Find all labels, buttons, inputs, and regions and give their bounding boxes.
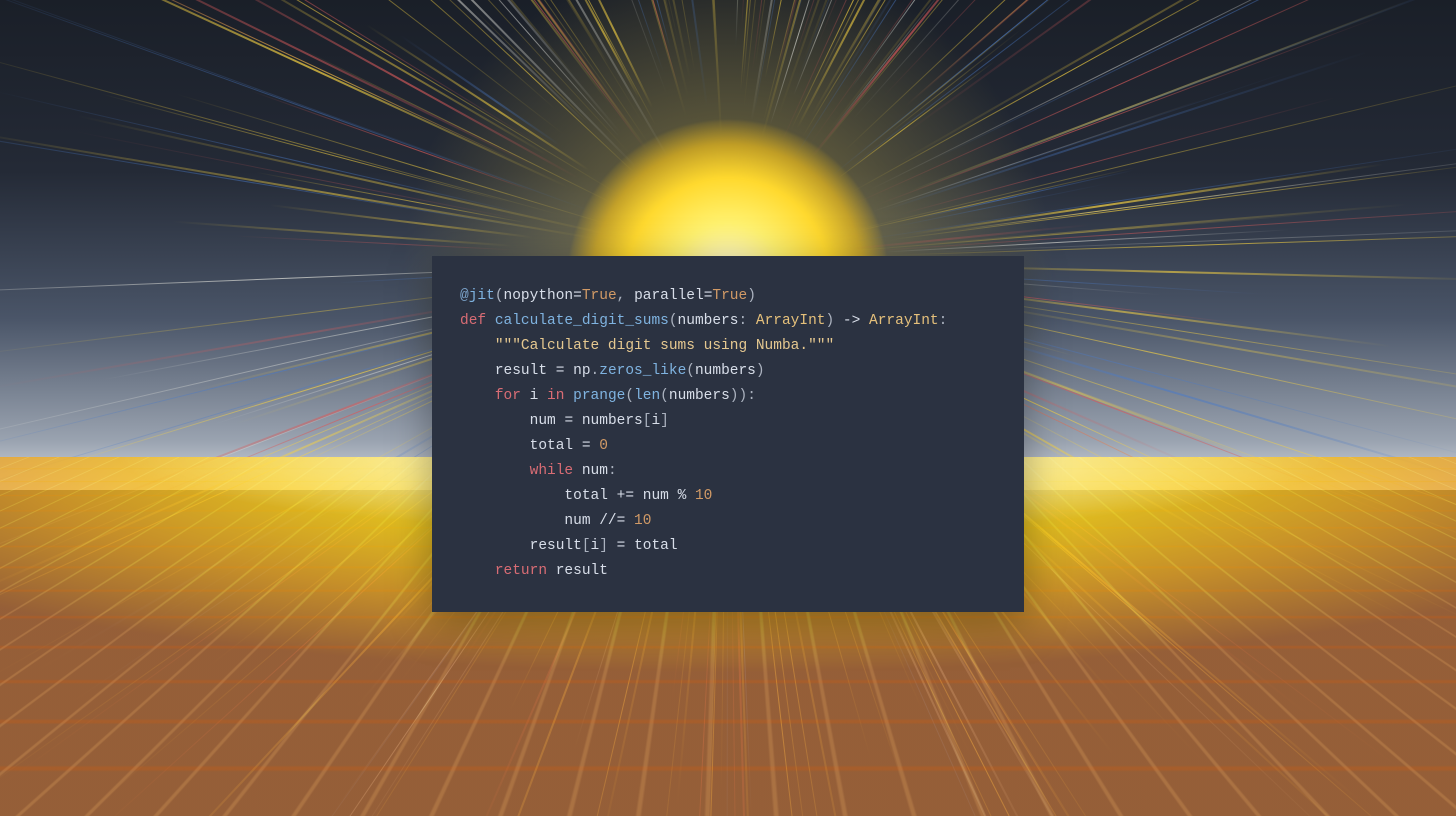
arrow: -> bbox=[843, 313, 869, 329]
equals: = bbox=[564, 413, 581, 429]
paren-open: ( bbox=[495, 288, 504, 304]
kwarg-name: nopython bbox=[504, 288, 574, 304]
var: total bbox=[634, 538, 678, 554]
var: num bbox=[643, 488, 678, 504]
equals: = bbox=[582, 438, 599, 454]
paren-close: ) bbox=[730, 388, 739, 404]
indent bbox=[460, 563, 495, 579]
var: total bbox=[530, 438, 582, 454]
indent bbox=[460, 413, 530, 429]
indent bbox=[460, 488, 564, 504]
type-ann: ArrayInt bbox=[756, 313, 826, 329]
indent bbox=[460, 538, 530, 554]
op-floordiv-eq: //= bbox=[599, 513, 634, 529]
indent bbox=[460, 363, 495, 379]
var: result bbox=[495, 363, 556, 379]
colon: : bbox=[939, 313, 948, 329]
idx: i bbox=[591, 538, 600, 554]
var: result bbox=[530, 538, 582, 554]
param: numbers bbox=[678, 313, 739, 329]
cond: num bbox=[582, 463, 608, 479]
kw-for: for bbox=[495, 388, 530, 404]
const-true: True bbox=[582, 288, 617, 304]
colon: : bbox=[738, 313, 755, 329]
paren-open: ( bbox=[660, 388, 669, 404]
kw-in: in bbox=[547, 388, 573, 404]
var: num bbox=[564, 513, 599, 529]
paren-open: ( bbox=[686, 363, 695, 379]
kw-while: while bbox=[530, 463, 582, 479]
dot: . bbox=[591, 363, 600, 379]
indent bbox=[460, 463, 530, 479]
equals: = bbox=[556, 363, 573, 379]
op-mod: % bbox=[678, 488, 695, 504]
num: 10 bbox=[634, 513, 651, 529]
decorator-at: @ bbox=[460, 288, 469, 304]
ret-type: ArrayInt bbox=[869, 313, 939, 329]
const-true: True bbox=[712, 288, 747, 304]
indent bbox=[460, 513, 564, 529]
code-snippet-card: @jit(nopython=True, parallel=True) def c… bbox=[432, 256, 1024, 612]
indent bbox=[460, 388, 495, 404]
paren-close: ) bbox=[826, 313, 843, 329]
code-block: @jit(nopython=True, parallel=True) def c… bbox=[460, 284, 996, 584]
comma: , bbox=[617, 288, 634, 304]
paren-close: ): bbox=[739, 388, 756, 404]
decorator-name: jit bbox=[469, 288, 495, 304]
call: len bbox=[634, 388, 660, 404]
module: np bbox=[573, 363, 590, 379]
bracket-open: [ bbox=[582, 538, 591, 554]
paren-open: ( bbox=[625, 388, 634, 404]
var: numbers bbox=[582, 413, 643, 429]
var: total bbox=[564, 488, 616, 504]
var: i bbox=[530, 388, 547, 404]
docstring: """Calculate digit sums using Numba.""" bbox=[495, 338, 834, 354]
call: zeros_like bbox=[599, 363, 686, 379]
op-pluseq: += bbox=[617, 488, 643, 504]
bracket-close: ] bbox=[660, 413, 669, 429]
equals: = bbox=[573, 288, 582, 304]
scene-root: @jit(nopython=True, parallel=True) def c… bbox=[0, 0, 1456, 816]
arg: numbers bbox=[695, 363, 756, 379]
colon: : bbox=[608, 463, 617, 479]
kw-def: def bbox=[460, 313, 495, 329]
indent bbox=[460, 438, 530, 454]
call: prange bbox=[573, 388, 625, 404]
paren-close: ) bbox=[747, 288, 756, 304]
indent bbox=[460, 338, 495, 354]
equals: = bbox=[617, 538, 634, 554]
arg: numbers bbox=[669, 388, 730, 404]
paren-close: ) bbox=[756, 363, 765, 379]
num: 10 bbox=[695, 488, 712, 504]
bracket-close: ] bbox=[599, 538, 616, 554]
var: result bbox=[556, 563, 608, 579]
var: num bbox=[530, 413, 565, 429]
idx: i bbox=[651, 413, 660, 429]
kwarg-name: parallel bbox=[634, 288, 704, 304]
func-name: calculate_digit_sums bbox=[495, 313, 669, 329]
kw-return: return bbox=[495, 563, 556, 579]
num: 0 bbox=[599, 438, 608, 454]
paren-open: ( bbox=[669, 313, 678, 329]
